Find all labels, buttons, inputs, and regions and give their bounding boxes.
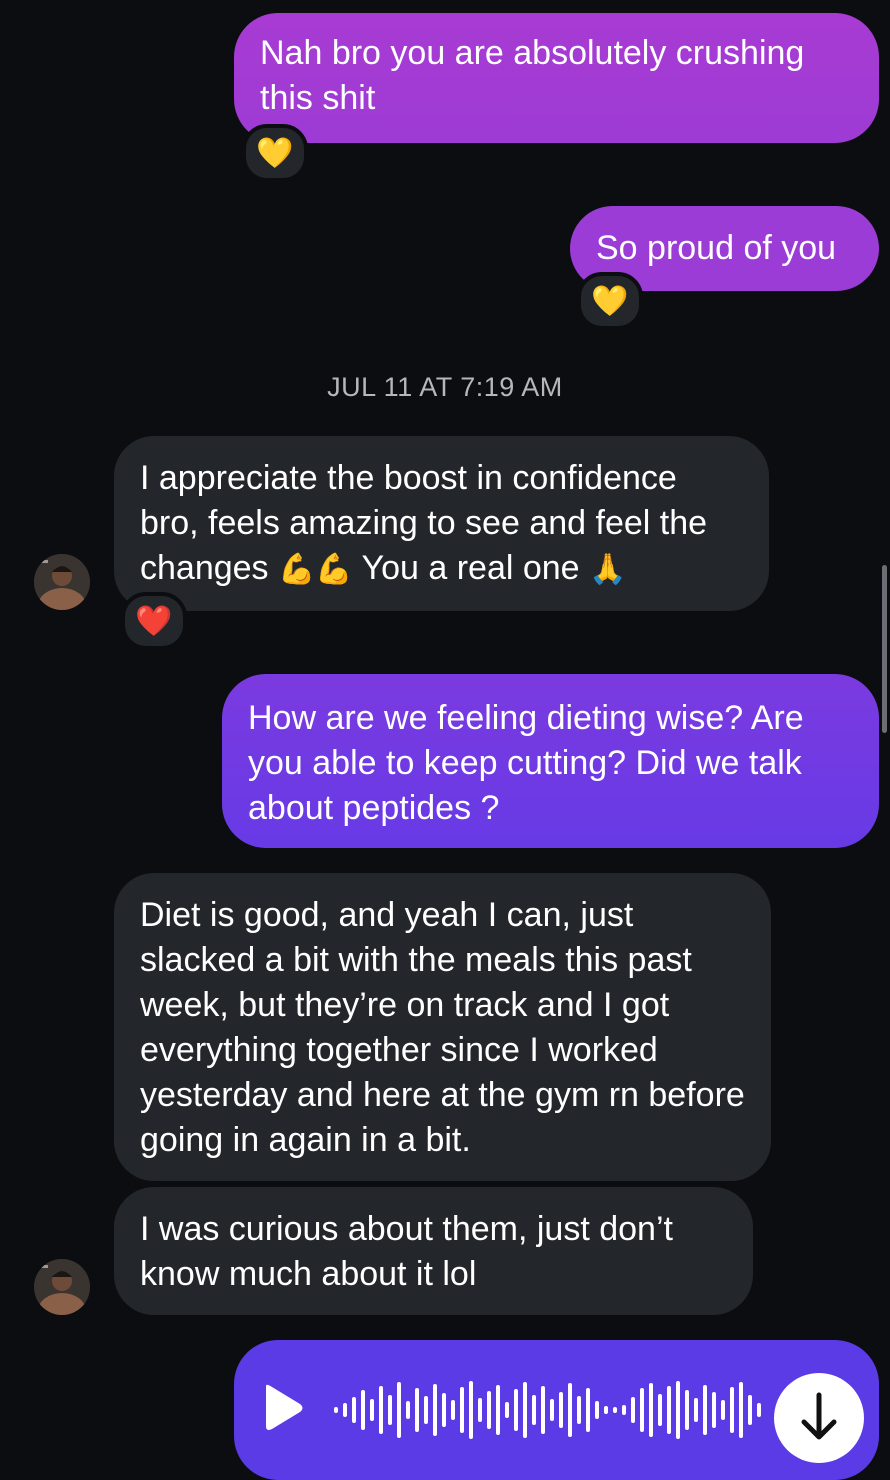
- waveform-bar: [685, 1390, 689, 1430]
- scrollbar[interactable]: [882, 565, 887, 733]
- timestamp: JUL 11 AT 7:19 AM: [327, 372, 563, 402]
- message-text: I was curious about them, just don’t kno…: [140, 1210, 673, 1293]
- reaction-badge[interactable]: ❤️: [121, 592, 187, 650]
- waveform-bar: [397, 1382, 401, 1438]
- voice-message[interactable]: [234, 1340, 879, 1480]
- waveform-bar: [568, 1383, 572, 1437]
- reaction-badge[interactable]: 💛: [242, 124, 308, 182]
- waveform-bar: [586, 1388, 590, 1432]
- waveform-bar: [343, 1403, 347, 1417]
- incoming-message[interactable]: I was curious about them, just don’t kno…: [114, 1187, 753, 1315]
- yellow-heart-icon: 💛: [256, 135, 294, 171]
- avatar[interactable]: [34, 554, 90, 610]
- waveform-bar: [703, 1385, 707, 1435]
- waveform-bar: [550, 1399, 554, 1421]
- waveform-bar: [577, 1396, 581, 1424]
- waveform-bar: [667, 1386, 671, 1434]
- waveform-bar: [559, 1392, 563, 1428]
- waveform-bar: [370, 1399, 374, 1421]
- waveform-bar: [694, 1398, 698, 1422]
- waveform-icon: [334, 1381, 761, 1439]
- waveform-bar: [604, 1406, 608, 1414]
- waveform-bar: [415, 1388, 419, 1432]
- play-icon[interactable]: [266, 1384, 303, 1430]
- waveform-bar: [442, 1393, 446, 1427]
- waveform-bar: [487, 1391, 491, 1429]
- waveform-bar: [460, 1387, 464, 1433]
- waveform-bar: [496, 1385, 500, 1435]
- waveform-bar: [478, 1398, 482, 1422]
- waveform-bar: [379, 1386, 383, 1434]
- waveform-bar: [748, 1395, 752, 1425]
- waveform-bar: [658, 1394, 662, 1426]
- waveform-bar: [433, 1384, 437, 1436]
- red-heart-icon: ❤️: [135, 603, 173, 639]
- person-avatar-icon: [34, 554, 90, 610]
- waveform-bar: [676, 1381, 680, 1439]
- reaction-badge[interactable]: 💛: [577, 272, 643, 330]
- waveform-bar: [613, 1407, 617, 1413]
- folded-hands-icon: 🙏: [589, 552, 627, 587]
- waveform-bar: [640, 1388, 644, 1432]
- waveform-bar: [649, 1383, 653, 1437]
- waveform-bar: [631, 1397, 635, 1423]
- waveform-bar: [361, 1390, 365, 1430]
- incoming-message[interactable]: I appreciate the boost in confidence bro…: [114, 436, 769, 611]
- waveform-bar: [388, 1395, 392, 1425]
- waveform-bar: [505, 1402, 509, 1418]
- yellow-heart-icon: 💛: [591, 283, 629, 319]
- outgoing-message[interactable]: Nah bro you are absolutely crushing this…: [234, 13, 879, 143]
- waveform-bar: [406, 1401, 410, 1419]
- waveform-bar: [334, 1407, 338, 1413]
- waveform-bar: [721, 1400, 725, 1420]
- message-text: So proud of you: [596, 229, 837, 267]
- flexed-biceps-icon: 💪💪: [278, 552, 353, 587]
- waveform-bar: [424, 1396, 428, 1424]
- waveform-bar: [451, 1400, 455, 1420]
- person-avatar-icon: [34, 1259, 90, 1315]
- waveform-bar: [739, 1382, 743, 1438]
- waveform-bar: [523, 1382, 527, 1438]
- waveform-bar: [352, 1397, 356, 1423]
- waveform-bar: [595, 1401, 599, 1419]
- waveform-bar: [712, 1392, 716, 1428]
- waveform-bar: [532, 1395, 536, 1425]
- waveform-bar: [541, 1386, 545, 1434]
- arrow-down-icon[interactable]: [774, 1373, 864, 1463]
- voice-message-content: [266, 1373, 864, 1463]
- waveform-bar: [730, 1387, 734, 1433]
- message-text: Diet is good, and yeah I can, just slack…: [140, 896, 745, 1159]
- waveform-bar: [622, 1405, 626, 1415]
- avatar[interactable]: [34, 1259, 90, 1315]
- waveform-bar: [757, 1403, 761, 1417]
- message-text: Nah bro you are absolutely crushing this…: [260, 34, 805, 117]
- waveform-bar: [469, 1381, 473, 1439]
- outgoing-message[interactable]: How are we feeling dieting wise? Are you…: [222, 674, 879, 848]
- message-text-continued: You a real one: [352, 549, 590, 587]
- message-text: How are we feeling dieting wise? Are you…: [248, 699, 804, 827]
- incoming-message[interactable]: Diet is good, and yeah I can, just slack…: [114, 873, 771, 1181]
- waveform-bar: [514, 1389, 518, 1431]
